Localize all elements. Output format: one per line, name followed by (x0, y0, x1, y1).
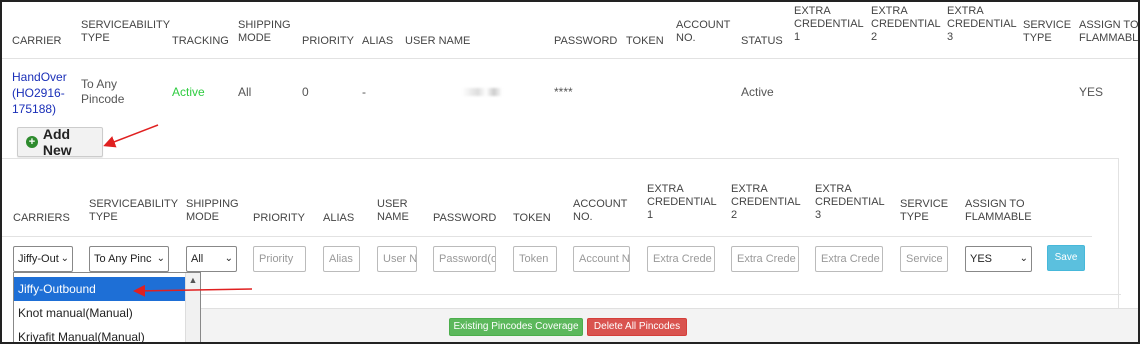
carrier-settings-panel: CARRIER SERVICEABILITY TYPE TRACKING SHI… (0, 0, 1140, 344)
annotation-arrow-dropdown (133, 284, 253, 297)
annotation-overlay (103, 124, 253, 297)
annotation-arrow-add-new (103, 124, 159, 148)
